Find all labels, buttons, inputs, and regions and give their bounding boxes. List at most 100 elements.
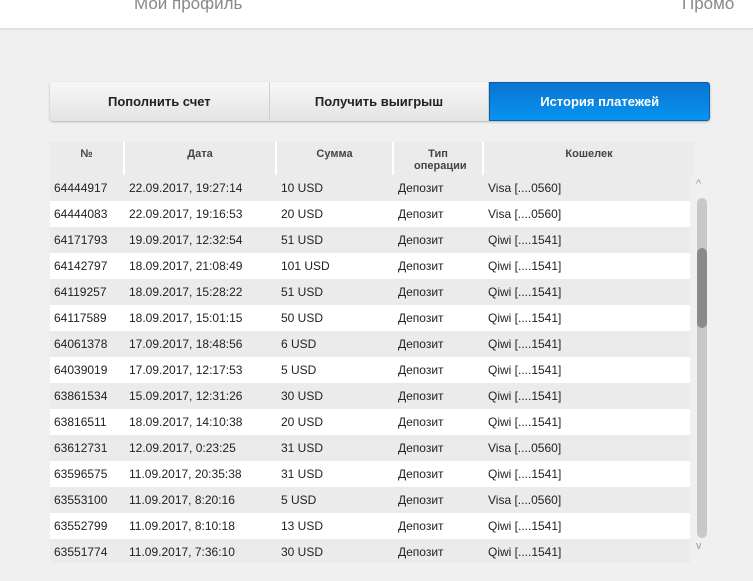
row-wallet: Qiwi [....1541]: [488, 389, 562, 403]
row-wallet: Qiwi [....1541]: [488, 415, 562, 429]
row-number: 63553100: [54, 493, 108, 507]
row-date: 18.09.2017, 15:28:22: [129, 285, 243, 299]
row-amount: 13 USD: [281, 519, 324, 533]
row-wallet: Visa [....0560]: [488, 493, 562, 507]
table-row: 64119257 18.09.2017, 15:28:22 51 USD Депози…: [50, 279, 690, 305]
row-type: Депозит: [398, 233, 444, 247]
row-amount: 51 USD: [281, 233, 324, 247]
row-wallet: Qiwi [....1541]: [488, 259, 562, 273]
row-number: 64142797: [54, 259, 108, 273]
table-header: № Дата Сумма Тип операции Кошелек: [50, 142, 694, 176]
row-date: 12.09.2017, 0:23:25: [129, 441, 236, 455]
table-row: 63596575 11.09.2017, 20:35:38 31 USD Депози…: [50, 461, 690, 487]
table-row: 64142797 18.09.2017, 21:08:49 101 USD Депоз…: [50, 253, 690, 279]
row-wallet: Qiwi [....1541]: [488, 545, 562, 559]
row-type: Депозит: [398, 311, 444, 325]
table-row: 64061378 17.09.2017, 18:48:56 6 USD Депозит…: [50, 331, 690, 357]
row-date: 18.09.2017, 14:10:38: [129, 415, 243, 429]
row-amount: 20 USD: [281, 207, 324, 221]
row-date: 17.09.2017, 18:48:56: [129, 337, 243, 351]
row-amount: 5 USD: [281, 363, 317, 377]
table-row: 63553100 11.09.2017, 8:20:16 5 USD Депозит V…: [50, 487, 690, 513]
column-number: №: [50, 142, 125, 176]
tab-withdraw[interactable]: Получить выигрыш: [269, 82, 490, 121]
table-row: 63816511 18.09.2017, 14:10:38 20 USD Депози…: [50, 409, 690, 435]
row-date: 11.09.2017, 7:36:10: [129, 545, 235, 559]
row-type: Депозит: [398, 545, 444, 559]
table-row: 64039019 17.09.2017, 12:17:53 5 USD Депозит…: [50, 357, 690, 383]
row-type: Депозит: [398, 181, 444, 195]
table-row: 64444917 22.09.2017, 19:27:14 10 USD Депози…: [50, 175, 690, 201]
row-date: 18.09.2017, 21:08:49: [129, 259, 243, 273]
row-amount: 101 USD: [281, 259, 330, 273]
nav-my-profile[interactable]: Мой профиль: [134, 0, 242, 14]
top-navigation: Мой профиль Промо: [0, 0, 753, 29]
row-number: 63552799: [54, 519, 108, 533]
row-type: Депозит: [398, 285, 444, 299]
table-row: 64171793 19.09.2017, 12:32:54 51 USD Депози…: [50, 227, 690, 253]
payments-table-body: 64444917 22.09.2017, 19:27:14 10 USD Депози…: [50, 175, 690, 563]
row-type: Депозит: [398, 519, 444, 533]
table-row: 64444083 22.09.2017, 19:16:53 20 USD Депози…: [50, 201, 690, 227]
row-wallet: Qiwi [....1541]: [488, 233, 562, 247]
row-amount: 30 USD: [281, 389, 324, 403]
row-type: Депозит: [398, 259, 444, 273]
row-date: 22.09.2017, 19:16:53: [129, 207, 243, 221]
row-amount: 30 USD: [281, 545, 324, 559]
row-date: 22.09.2017, 19:27:14: [129, 181, 243, 195]
tab-payment-history[interactable]: История платежей: [489, 82, 711, 121]
column-operation-type: Тип операции: [394, 142, 484, 176]
row-number: 64171793: [54, 233, 108, 247]
row-number: 63861534: [54, 389, 108, 403]
row-amount: 10 USD: [281, 181, 324, 195]
row-wallet: Qiwi [....1541]: [488, 363, 562, 377]
row-type: Депозит: [398, 493, 444, 507]
scroll-thumb[interactable]: [697, 248, 707, 328]
row-amount: 20 USD: [281, 415, 324, 429]
row-amount: 5 USD: [281, 493, 317, 507]
row-wallet: Visa [....0560]: [488, 181, 562, 195]
scroll-down-icon[interactable]: v: [696, 540, 702, 552]
column-date: Дата: [125, 142, 277, 176]
row-amount: 31 USD: [281, 441, 324, 455]
row-type: Депозит: [398, 363, 444, 377]
row-number: 63551774: [54, 545, 108, 559]
row-wallet: Qiwi [....1541]: [488, 337, 562, 351]
row-number: 64061378: [54, 337, 108, 351]
row-type: Депозит: [398, 389, 444, 403]
row-number: 64119257: [54, 285, 107, 299]
row-type: Депозит: [398, 467, 444, 481]
row-number: 64117589: [54, 311, 107, 325]
row-number: 63596575: [54, 467, 108, 481]
row-wallet: Qiwi [....1541]: [488, 285, 562, 299]
row-date: 11.09.2017, 20:35:38: [129, 467, 242, 481]
row-date: 15.09.2017, 12:31:26: [129, 389, 243, 403]
scroll-up-icon[interactable]: ^: [696, 178, 701, 190]
row-wallet: Qiwi [....1541]: [488, 311, 562, 325]
table-row: 63552799 11.09.2017, 8:10:18 13 USD Депозит…: [50, 513, 690, 539]
table-row: 64117589 18.09.2017, 15:01:15 50 USD Депози…: [50, 305, 690, 331]
row-type: Депозит: [398, 441, 444, 455]
row-number: 64444083: [54, 207, 108, 221]
nav-promo[interactable]: Промо: [682, 0, 734, 14]
row-type: Депозит: [398, 415, 444, 429]
row-amount: 31 USD: [281, 467, 324, 481]
table-row: 63861534 15.09.2017, 12:31:26 30 USD Депози…: [50, 383, 690, 409]
row-wallet: Qiwi [....1541]: [488, 467, 562, 481]
row-wallet: Visa [....0560]: [488, 207, 562, 221]
row-date: 19.09.2017, 12:32:54: [129, 233, 243, 247]
row-type: Депозит: [398, 337, 444, 351]
row-number: 63612731: [54, 441, 108, 455]
row-date: 18.09.2017, 15:01:15: [129, 311, 243, 325]
table-row: 63612731 12.09.2017, 0:23:25 31 USD Депозит…: [50, 435, 690, 461]
scrollbar[interactable]: ^ v: [692, 178, 710, 556]
row-amount: 50 USD: [281, 311, 324, 325]
row-date: 17.09.2017, 12:17:53: [129, 363, 243, 377]
tab-deposit[interactable]: Пополнить счет: [50, 82, 270, 121]
row-wallet: Visa [....0560]: [488, 441, 562, 455]
payment-tabs: Пополнить счет Получить выигрыш История …: [50, 82, 711, 121]
table-row: 63551774 11.09.2017, 7:36:10 30 USD Депозит…: [50, 539, 690, 563]
row-wallet: Qiwi [....1541]: [488, 519, 562, 533]
row-number: 64039019: [54, 363, 108, 377]
column-wallet: Кошелек: [565, 148, 613, 160]
